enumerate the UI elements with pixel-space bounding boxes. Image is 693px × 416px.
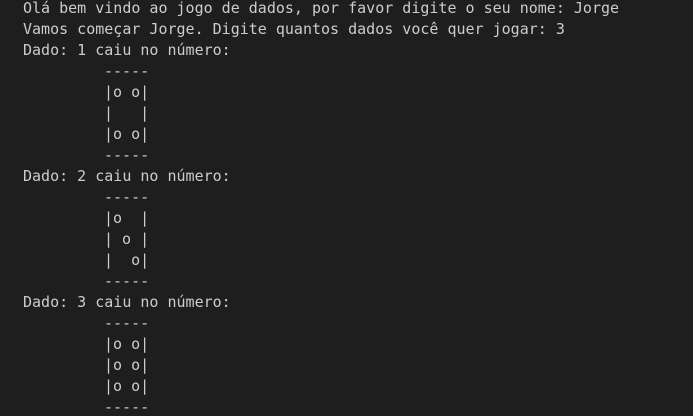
die-header: Dado: 3 caiu no número: bbox=[23, 293, 231, 311]
die-art-line: |o | bbox=[104, 209, 150, 227]
die-header: Dado: 2 caiu no número: bbox=[23, 167, 231, 185]
die-art-line: | o | bbox=[104, 230, 150, 248]
die-art-line: ----- bbox=[104, 146, 150, 164]
dice-count-line: Vamos começar Jorge. Digite quantos dado… bbox=[23, 20, 565, 38]
die-header: Dado: 1 caiu no número: bbox=[23, 41, 231, 59]
die-result-2: Dado: 2 caiu no número: ----- |o | | o |… bbox=[23, 166, 693, 292]
die-art-line: |o o| bbox=[104, 125, 150, 143]
die-art-line: ----- bbox=[104, 314, 150, 332]
die-face-art: ----- |o o| |o o| |o o| ----- bbox=[104, 313, 693, 416]
die-art-line: |o o| bbox=[104, 377, 150, 395]
die-art-line: ----- bbox=[104, 272, 150, 290]
die-art-line: | o| bbox=[104, 251, 150, 269]
die-art-line: ----- bbox=[104, 62, 150, 80]
die-result-1: Dado: 1 caiu no número: ----- |o o| | | … bbox=[23, 40, 693, 166]
die-art-line: |o o| bbox=[104, 335, 150, 353]
die-result-3: Dado: 3 caiu no número: ----- |o o| |o o… bbox=[23, 292, 693, 416]
die-art-line: | | bbox=[104, 104, 150, 122]
die-art-line: |o o| bbox=[104, 356, 150, 374]
welcome-line: Olá bem vindo ao jogo de dados, por favo… bbox=[23, 0, 620, 17]
die-art-line: |o o| bbox=[104, 83, 150, 101]
die-face-art: ----- |o | | o | | o| ----- bbox=[104, 187, 693, 292]
die-art-line: ----- bbox=[104, 188, 150, 206]
die-art-line: ----- bbox=[104, 398, 150, 416]
die-face-art: ----- |o o| | | |o o| ----- bbox=[104, 61, 693, 166]
terminal-output[interactable]: Olá bem vindo ao jogo de dados, por favo… bbox=[0, 0, 693, 416]
